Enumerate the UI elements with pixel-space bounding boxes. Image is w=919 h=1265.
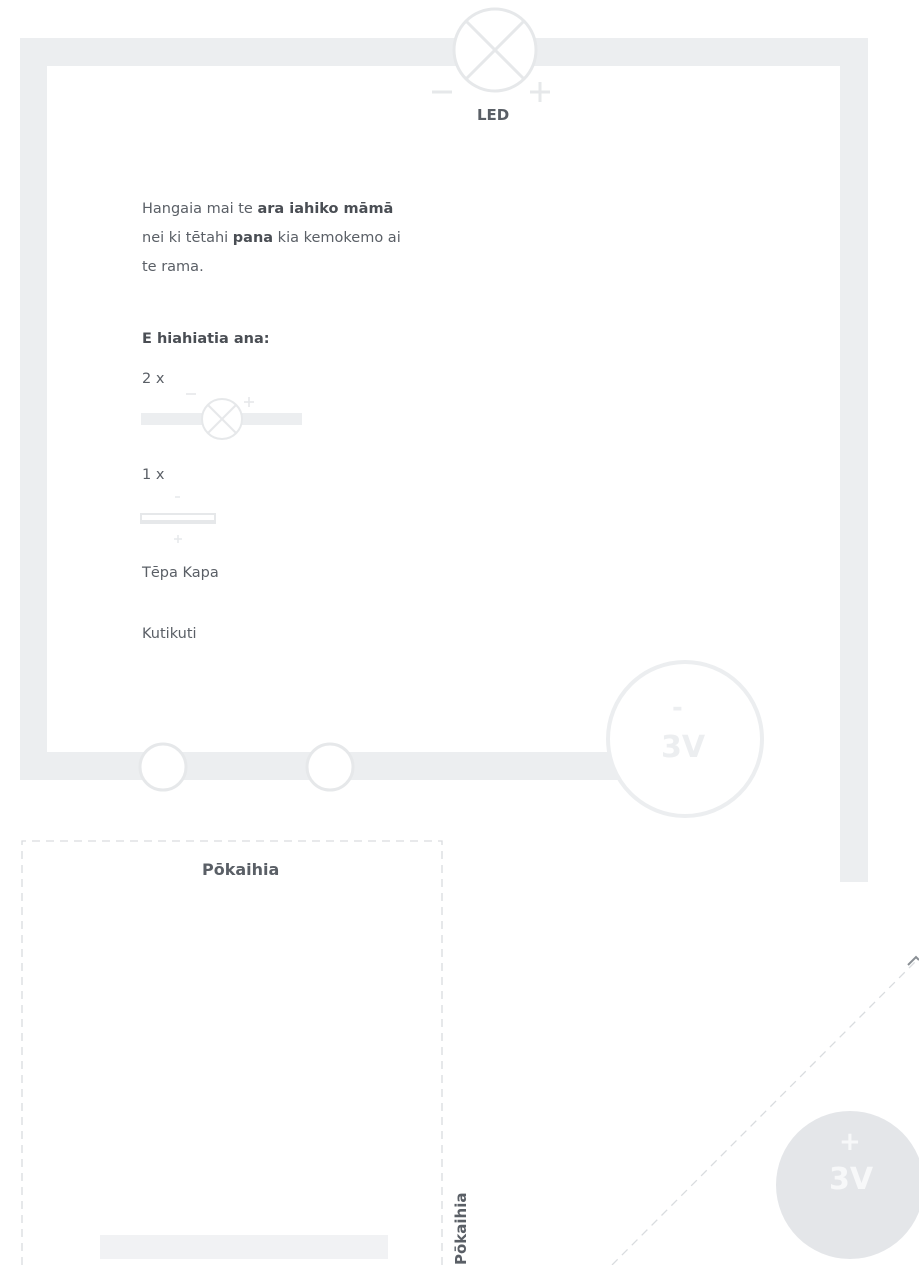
circuit-diagram [20,7,919,1265]
instructions-line2-post: kia kemokemo ai [273,230,401,246]
instructions-line3: te rama. [142,259,204,275]
led-label: LED [477,106,510,124]
material-scissors: Kutikuti [142,626,197,642]
circuit-worksheet: LED Hangaia mai te ara iahiko māmā nei k… [0,0,919,1265]
battery-negative-voltage: 3V [661,730,706,765]
fold-panel [21,840,443,1265]
battery-negative-sign: - [672,693,683,723]
instructions-text: Hangaia mai te ara iahiko māmā nei ki tē… [142,195,472,282]
led-material-icon [141,393,302,440]
instructions-line1-bold: ara iahiko māmā [257,201,394,217]
battery-positive-voltage: 3V [829,1162,874,1197]
instructions-line2-pre: nei ki tētahi [142,230,233,246]
switch-contact-left [138,742,188,792]
instructions-line2-bold: pana [232,230,274,246]
switch-contact-right [305,742,355,792]
battery-quantity: 1 x [142,467,165,483]
instructions-line2: nei ki tētahi pana kia kemokemo ai [142,230,401,246]
panel-title: Pōkaihia [202,860,280,879]
instructions-line1-pre: Hangaia mai te [142,201,258,217]
battery-material-icon [140,496,216,543]
material-copper-tape: Tēpa Kapa [142,565,219,581]
battery-positive-sign: + [839,1127,861,1157]
panel-side-label-right: Pōkaihia [452,1192,470,1265]
materials-title: E hiahiatia ana: [142,331,270,347]
panel-strip [100,1235,388,1259]
instructions-line1: Hangaia mai te ara iahiko māmā [142,201,393,217]
led-quantity: 2 x [142,371,165,387]
